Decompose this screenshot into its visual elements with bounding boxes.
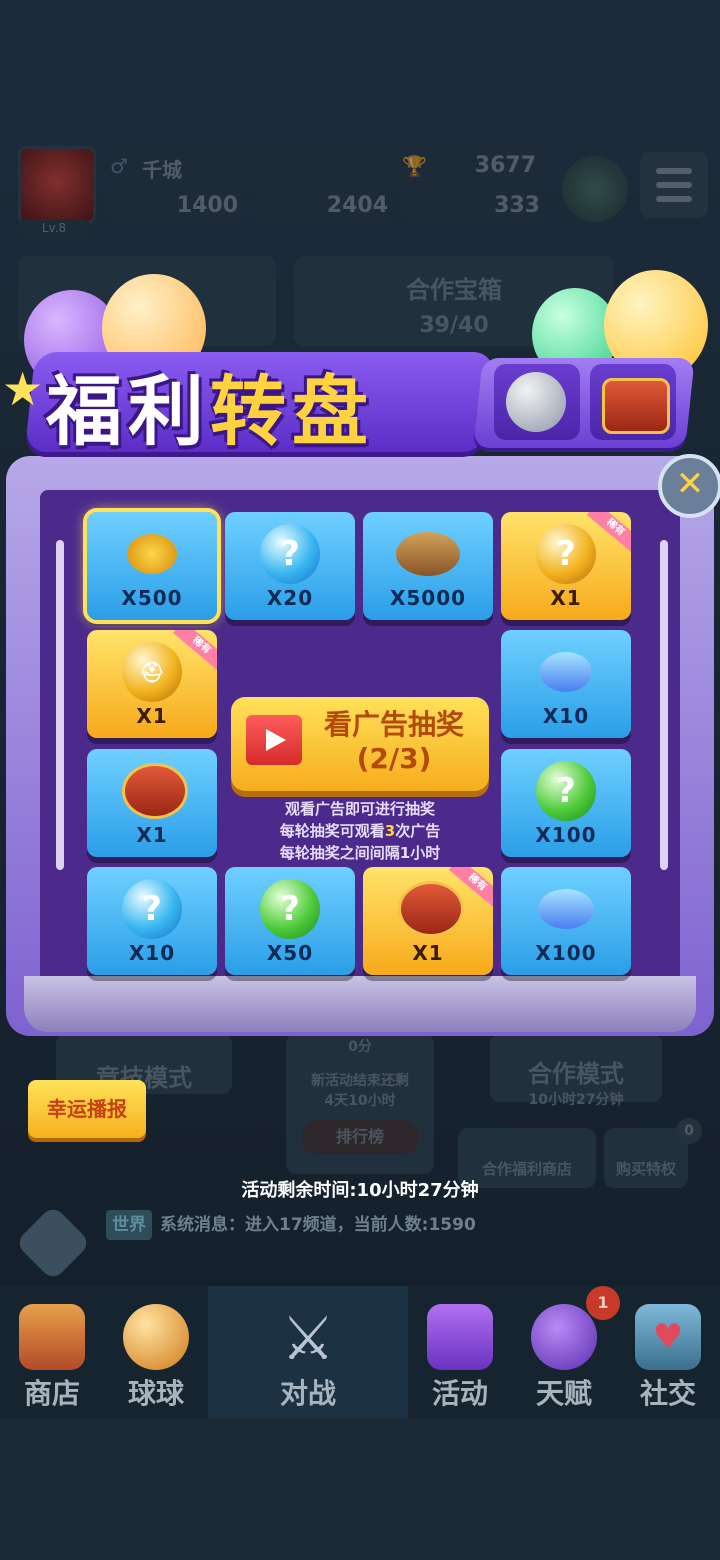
prize-cell: ? X20 — [225, 512, 355, 620]
crossed-swords-icon: ⚔ — [281, 1304, 335, 1374]
prize-quantity: X1 — [136, 823, 168, 847]
nav-battle-label: 对战 — [279, 1377, 336, 1410]
nav-talent-label: 天赋 — [535, 1377, 592, 1410]
prize-quantity: X10 — [542, 704, 590, 728]
prize-quantity: X1 — [136, 704, 168, 728]
rule-2-pre: 每轮抽奖可观看 — [279, 822, 385, 840]
prize-cell: X10 — [501, 630, 631, 738]
featured-item-chest — [590, 364, 676, 440]
bottom-blank-area — [0, 1418, 720, 1560]
rule-3: 每轮抽奖之间间隔1小时 — [279, 844, 441, 862]
nav-balls[interactable]: 球球 — [104, 1286, 208, 1418]
prize-cell: X100 — [501, 867, 631, 975]
star-decoration-icon: ★ — [2, 362, 44, 416]
shop-icon — [19, 1304, 85, 1370]
event-remaining-time: 活动剩余时间:10小时27分钟 — [241, 1180, 479, 1201]
chat-channel-tag: 世界 — [106, 1210, 152, 1240]
green-orb-icon: ? — [536, 761, 596, 821]
ad-button-line2: (2/3) — [356, 742, 432, 775]
popup-title: 福利转盘 — [46, 350, 374, 460]
close-button[interactable]: ✕ — [658, 454, 720, 518]
blue-orb-icon: ? — [122, 879, 182, 939]
prize-quantity: X1 — [412, 941, 444, 965]
prize-quantity: X50 — [266, 941, 314, 965]
nav-events[interactable]: 活动 — [408, 1286, 512, 1418]
nav-events-label: 活动 — [431, 1377, 488, 1410]
nav-balls-label: 球球 — [127, 1377, 184, 1410]
planet-icon — [531, 1304, 597, 1370]
blue-orb-icon: ? — [260, 524, 320, 584]
red-chest-icon — [398, 881, 464, 937]
lucky-broadcast-button[interactable]: 幸运播报 — [28, 1080, 146, 1138]
prize-quantity: X5000 — [389, 586, 467, 610]
wheel-board-rim — [24, 976, 696, 1032]
prize-cell: X500 — [83, 508, 221, 624]
prize-quantity: X1 — [550, 586, 582, 610]
prize-cell: ⛑ 稀有 X1 — [87, 630, 217, 738]
prize-quantity: X20 — [266, 586, 314, 610]
treasure-chest-icon — [396, 532, 460, 576]
chat-message: 系统消息：进入17频道，当前人数:1590 — [160, 1215, 476, 1235]
right-light-bar — [660, 540, 668, 870]
nav-social-label: 社交 — [639, 1377, 696, 1410]
prize-cell: 稀有 X1 — [363, 867, 493, 975]
featured-item-helmet — [494, 364, 580, 440]
nav-social[interactable]: ♥ 社交 — [616, 1286, 720, 1418]
red-chest-icon — [602, 378, 670, 434]
rule-2: 每轮抽奖可观看3次广告 — [226, 820, 494, 841]
nav-shop[interactable]: 商店 — [0, 1286, 104, 1418]
prize-quantity: X100 — [535, 823, 597, 847]
nav-shop-label: 商店 — [23, 1377, 80, 1410]
gold-helmet-icon — [506, 372, 566, 432]
rule-2-post: 次广告 — [395, 822, 441, 840]
title-part1: 福利 — [46, 367, 210, 456]
video-play-icon — [246, 715, 302, 765]
prize-cell: ? 稀有 X1 — [501, 512, 631, 620]
gold-orb-icon: ? — [536, 524, 596, 584]
party-popper-icon — [427, 1304, 493, 1370]
rule-2-num: 3 — [384, 822, 396, 840]
prize-quantity: X10 — [128, 941, 176, 965]
ad-button-line1: 看广告抽奖 — [323, 708, 464, 741]
chat-ticker: 世界 系统消息：进入17频道，当前人数:1590 — [106, 1210, 706, 1240]
nav-battle[interactable]: ⚔ 对战 — [208, 1286, 408, 1418]
prize-cell: ? X100 — [501, 749, 631, 857]
watch-ad-draw-label: 看广告抽奖 (2/3) — [304, 708, 484, 776]
prize-cell: ? X50 — [225, 867, 355, 975]
title-part2: 转盘 — [210, 367, 374, 456]
gold-helmet-icon: ⛑ — [122, 642, 182, 702]
talent-notification-badge: 1 — [586, 1286, 620, 1320]
rule-1: 观看广告即可进行抽奖 — [284, 800, 435, 818]
prize-quantity: X100 — [535, 941, 597, 965]
prize-cell: ? X10 — [87, 867, 217, 975]
coins-icon — [127, 534, 177, 574]
green-orb-icon: ? — [260, 879, 320, 939]
heart-chat-icon: ♥ — [635, 1304, 701, 1370]
prize-cell: X5000 — [363, 512, 493, 620]
gem-icon — [540, 652, 592, 692]
gem-icon — [538, 889, 594, 929]
left-light-bar — [56, 540, 64, 870]
red-chest-icon — [122, 763, 188, 819]
balls-icon — [123, 1304, 189, 1370]
prize-quantity: X500 — [121, 586, 183, 610]
prize-cell: X1 — [87, 749, 217, 857]
